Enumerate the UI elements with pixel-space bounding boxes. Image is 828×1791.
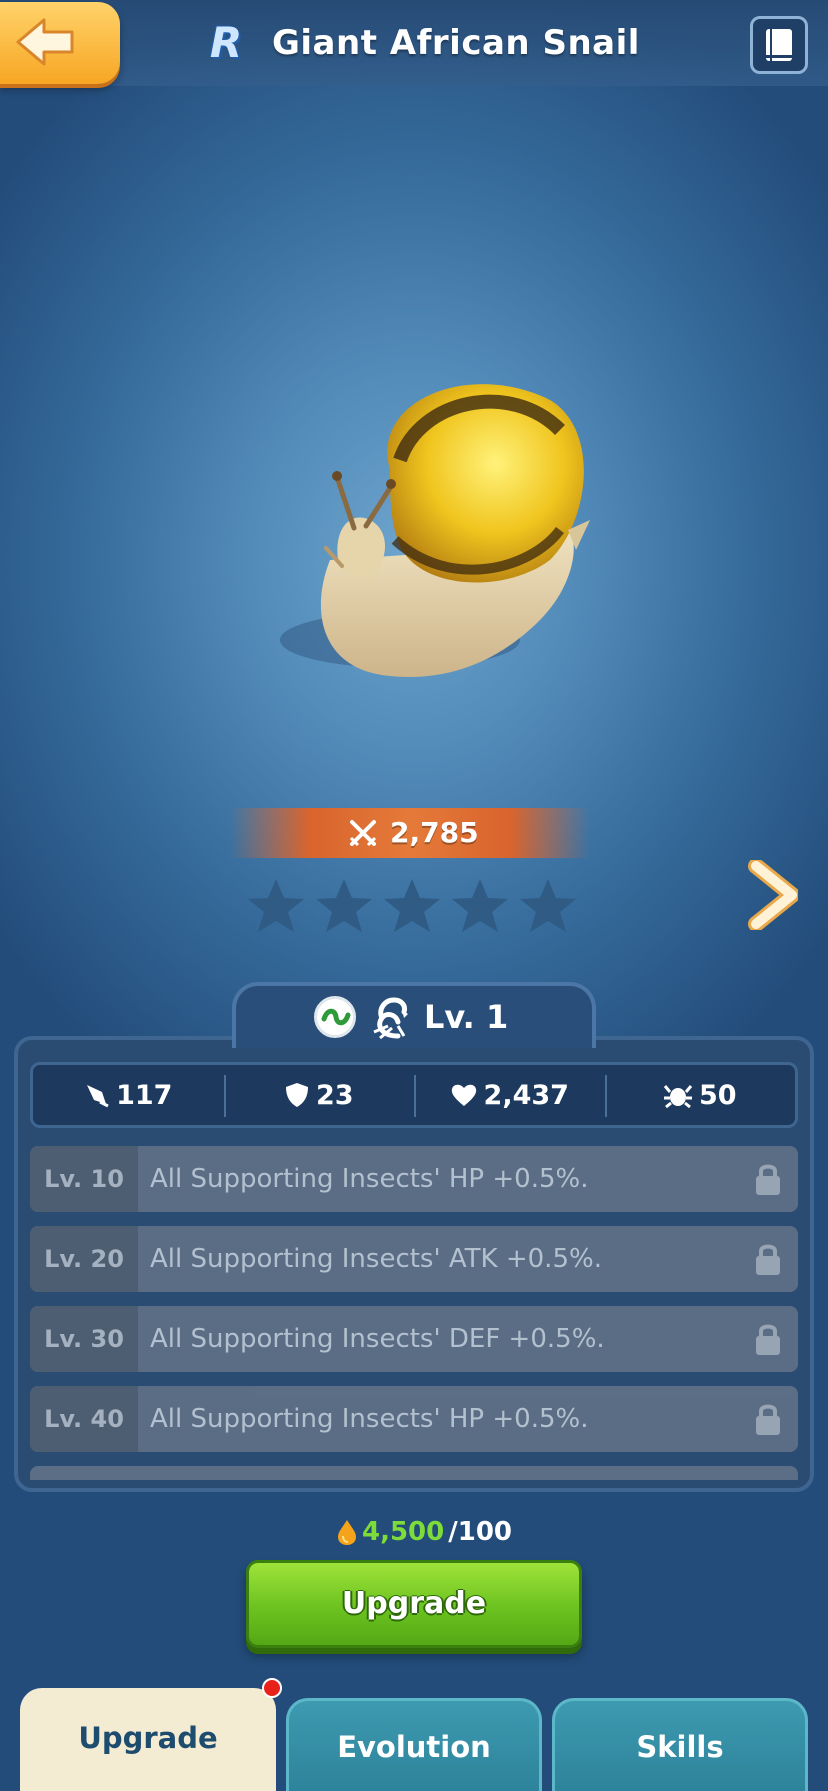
bottom-tab-bar: Upgrade Evolution Skills [0, 1688, 828, 1791]
star-icon [246, 876, 306, 940]
element-badge [314, 996, 356, 1038]
perk-description: All Supporting Insects' DEF +0.5%. [150, 1324, 605, 1354]
chevron-right-icon [748, 858, 800, 932]
list-item[interactable]: Lv. 20 All Supporting Insects' ATK +0.5%… [30, 1226, 798, 1292]
tab-upgrade[interactable]: Upgrade [20, 1688, 276, 1791]
book-icon [766, 29, 792, 61]
insect-model-snail[interactable] [250, 370, 610, 710]
level-label: Lv. 1 [424, 998, 509, 1036]
list-item[interactable]: Lv. 30 All Supporting Insects' DEF +0.5%… [30, 1306, 798, 1372]
list-item[interactable]: Lv. 10 All Supporting Insects' HP +0.5%. [30, 1146, 798, 1212]
stat-attack: 117 [33, 1065, 224, 1125]
honey-drop-icon [338, 1520, 356, 1545]
cost-required: /100 [448, 1517, 513, 1547]
heart-icon [451, 1084, 476, 1106]
perk-level: Lv. 30 [30, 1306, 138, 1372]
back-button[interactable] [0, 2, 120, 84]
star-icon [382, 876, 442, 940]
level-perks-list[interactable]: Lv. 10 All Supporting Insects' HP +0.5%.… [30, 1146, 798, 1480]
next-insect-button[interactable] [748, 858, 800, 932]
perk-level: Lv. 40 [30, 1386, 138, 1452]
perk-description: All Supporting Insects' ATK +0.5%. [150, 1244, 602, 1274]
speed-icon [663, 1085, 693, 1108]
stat-speed: 50 [604, 1065, 796, 1125]
stat-value: 117 [116, 1079, 173, 1111]
plant-icon [321, 1008, 351, 1026]
star-rating [246, 876, 586, 940]
scorpion-icon [368, 992, 416, 1046]
upgrade-button[interactable]: Upgrade [246, 1560, 582, 1648]
tab-skills[interactable]: Skills [552, 1698, 808, 1791]
crossed-swords-icon [349, 820, 377, 847]
perk-level: Lv. 10 [30, 1146, 138, 1212]
perk-level: Lv. 20 [30, 1226, 138, 1292]
rarity-badge: R [209, 18, 243, 67]
attack-icon [87, 1085, 109, 1108]
cost-owned: 4,500 [362, 1517, 445, 1547]
stat-hp: 2,437 [414, 1065, 605, 1125]
page-title: Giant African Snail [272, 23, 640, 63]
stats-row: 117 23 2,437 50 [30, 1062, 798, 1128]
stat-value: 23 [315, 1079, 354, 1111]
notification-dot [262, 1678, 282, 1698]
snail-illustration [280, 384, 590, 677]
perk-description: All Supporting Insects' HP +0.5%. [150, 1404, 589, 1434]
stat-value: 50 [698, 1079, 737, 1111]
lock-icon [738, 1161, 798, 1197]
combat-power-value: 2,785 [390, 816, 479, 849]
stat-value: 2,437 [483, 1079, 569, 1111]
shield-icon [285, 1083, 308, 1107]
list-item[interactable]: Lv. 40 All Supporting Insects' HP +0.5%. [30, 1386, 798, 1452]
lock-icon [738, 1321, 798, 1357]
list-item [30, 1466, 798, 1480]
upgrade-cost: 4,500/100 [336, 1512, 512, 1552]
arrow-left-icon [16, 18, 74, 66]
perk-description: All Supporting Insects' HP +0.5%. [150, 1164, 589, 1194]
tab-evolution[interactable]: Evolution [286, 1698, 542, 1791]
star-icon [314, 876, 374, 940]
lock-icon [738, 1241, 798, 1277]
stat-defense: 23 [223, 1065, 415, 1125]
star-icon [450, 876, 510, 940]
lock-icon [738, 1401, 798, 1437]
encyclopedia-button[interactable] [750, 16, 808, 74]
star-icon [518, 876, 578, 940]
combat-power-bar: 2,785 [230, 808, 590, 858]
